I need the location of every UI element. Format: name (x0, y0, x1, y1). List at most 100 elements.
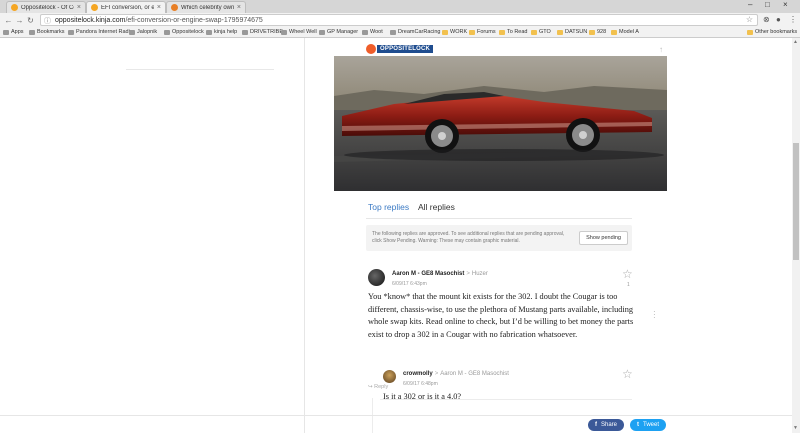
gp-icon (319, 29, 325, 35)
twitter-share-button[interactable]: t Tweet (630, 419, 667, 431)
kinja-icon (206, 29, 212, 35)
tab-strip: Oppositelock - Of Coun × EFI conversion,… (0, 0, 800, 13)
jalopnik-icon (129, 29, 135, 35)
close-tab-icon[interactable]: × (77, 4, 81, 11)
close-tab-icon[interactable]: × (157, 4, 161, 11)
browser-toolbar: ← → ↻ ⓘ oppositelock.kinja.com/efi-conve… (0, 13, 800, 27)
bookmarks-bar: Apps Bookmarks Pandora Internet Radi Jal… (0, 27, 800, 38)
star-icon (29, 29, 35, 35)
bookmark-folder-model-a[interactable]: Model A (611, 29, 639, 35)
forward-icon[interactable]: → (14, 16, 25, 25)
folder-icon (557, 29, 563, 35)
column-divider (304, 38, 305, 433)
bookmark-dreamcarracing[interactable]: DreamCarRacing (390, 29, 441, 35)
bookmark-jalopnik[interactable]: Jalopnik (129, 29, 157, 35)
browser-tab-3[interactable]: Which celebrity owned × (166, 1, 246, 13)
back-icon[interactable]: ← (3, 16, 14, 25)
woot-icon (362, 29, 368, 35)
tabs-divider (366, 218, 632, 219)
bookmark-woot[interactable]: Woot (362, 29, 383, 35)
info-icon[interactable]: ⓘ (44, 16, 51, 26)
bookmark-other-bookmarks[interactable]: Other bookmarks (747, 29, 797, 35)
comment-author-line: crowmolly > Aaron M - GE8 Masochist (403, 371, 509, 377)
bookmark-star-icon[interactable]: ☆ (746, 15, 753, 24)
pending-notice: The following replies are approved. To s… (366, 225, 632, 251)
comment-body: You *know* that the mount kit exists for… (368, 292, 634, 339)
bookmark-wheel-well[interactable]: Wheel Well (281, 29, 317, 35)
star-icon[interactable]: ☆ (622, 268, 633, 280)
bookmark-pandora[interactable]: Pandora Internet Radi (68, 29, 130, 35)
avatar[interactable] (383, 370, 396, 383)
scroll-down-arrow-icon[interactable]: ▼ (793, 425, 798, 431)
dcr-icon (390, 29, 396, 35)
extension-icon[interactable]: ⊗ (763, 15, 770, 24)
share-bar-divider (0, 415, 800, 416)
folder-icon (747, 29, 753, 35)
folder-icon (611, 29, 617, 35)
bookmark-drivetribe[interactable]: DRIVETRIBE (242, 29, 283, 35)
jalopnik-favicon-icon (171, 4, 178, 11)
twitter-icon: t (637, 422, 639, 428)
folder-icon (499, 29, 505, 35)
bookmark-folder-datsun[interactable]: DATSUN (557, 29, 587, 35)
bookmark-folder-forums[interactable]: Forums (469, 29, 496, 35)
tab-top-replies[interactable]: Top replies (368, 202, 409, 212)
pending-notice-text: The following replies are approved. To s… (372, 231, 565, 244)
article-photo[interactable] (334, 56, 667, 191)
reply-button[interactable]: ↪ Reply (368, 384, 388, 390)
red-cougar-car-image (334, 56, 667, 191)
folder-icon (589, 29, 595, 35)
bookmark-folder-928[interactable]: 928 (589, 29, 606, 35)
bookmark-bookmarks[interactable]: Bookmarks (29, 29, 65, 35)
wheel-icon (281, 29, 287, 35)
comment-author-line: Aaron M - GE8 Masochist > Huzer (392, 271, 488, 277)
comment-body: Is it a 302 or is it a 4.0? (383, 392, 462, 401)
bookmark-folder-gto[interactable]: GTO (531, 29, 551, 35)
bookmark-apps[interactable]: Apps (3, 29, 24, 35)
show-pending-button[interactable]: Show pending (579, 231, 628, 245)
close-tab-icon[interactable]: × (237, 4, 241, 11)
close-window-icon[interactable]: × (783, 0, 788, 9)
folder-icon (469, 29, 475, 35)
bookmark-folder-to-read[interactable]: To Read (499, 29, 528, 35)
reload-icon[interactable]: ↻ (25, 16, 36, 25)
apps-icon (3, 29, 9, 35)
bookmark-gp-manager[interactable]: GP Manager (319, 29, 358, 35)
pandora-icon (68, 29, 74, 35)
folder-icon (442, 29, 448, 35)
bookmark-kinja-help[interactable]: kinja help (206, 29, 237, 35)
oppositelock-favicon-icon (91, 4, 98, 11)
comment-author[interactable]: crowmolly (403, 371, 433, 377)
comment-timestamp[interactable]: 6/09/17 6:43pm (392, 281, 427, 287)
browser-tab-2[interactable]: EFI conversion, or engin × (86, 1, 166, 13)
reply-to-author[interactable]: Aaron M - GE8 Masochist (440, 371, 509, 377)
extension-icon[interactable]: ● (776, 15, 781, 24)
page-content: OPPOSITELOCK ↑ Top replies All replies T… (0, 38, 800, 433)
comment-timestamp[interactable]: 6/09/17 6:48pm (403, 381, 438, 387)
scroll-to-top-icon[interactable]: ↑ (659, 45, 663, 54)
scroll-up-arrow-icon[interactable]: ▲ (793, 39, 798, 45)
more-options-icon[interactable]: · · · (653, 308, 656, 322)
star-icon[interactable]: ☆ (622, 368, 633, 380)
address-bar[interactable]: ⓘ oppositelock.kinja.com/efi-conversion-… (40, 14, 758, 26)
site-logo[interactable]: OPPOSITELOCK (366, 44, 434, 54)
avatar[interactable] (368, 269, 385, 286)
facebook-icon: f (595, 422, 597, 428)
comment-author[interactable]: Aaron M - GE8 Masochist (392, 271, 464, 277)
menu-icon[interactable]: ⋮ (789, 15, 797, 24)
drivetribe-icon (242, 29, 248, 35)
scrollbar-thumb[interactable] (793, 143, 799, 260)
facebook-share-button[interactable]: f Share (588, 419, 625, 431)
page-scrollbar[interactable]: ▲ ▼ (792, 38, 800, 433)
bookmark-folder-work[interactable]: WORK (442, 29, 467, 35)
star-count: 1 (627, 282, 630, 288)
sidebar-divider (126, 69, 274, 70)
oppositelock-icon (164, 29, 170, 35)
browser-tab-1[interactable]: Oppositelock - Of Coun × (6, 1, 86, 13)
logo-mark-icon (366, 44, 376, 54)
minimize-icon[interactable]: – (748, 0, 752, 9)
reply-to-author[interactable]: Huzer (472, 271, 488, 277)
maximize-icon[interactable]: □ (765, 0, 770, 9)
tab-all-replies[interactable]: All replies (418, 202, 455, 212)
bookmark-oppositelock[interactable]: Oppositelock (164, 29, 204, 35)
